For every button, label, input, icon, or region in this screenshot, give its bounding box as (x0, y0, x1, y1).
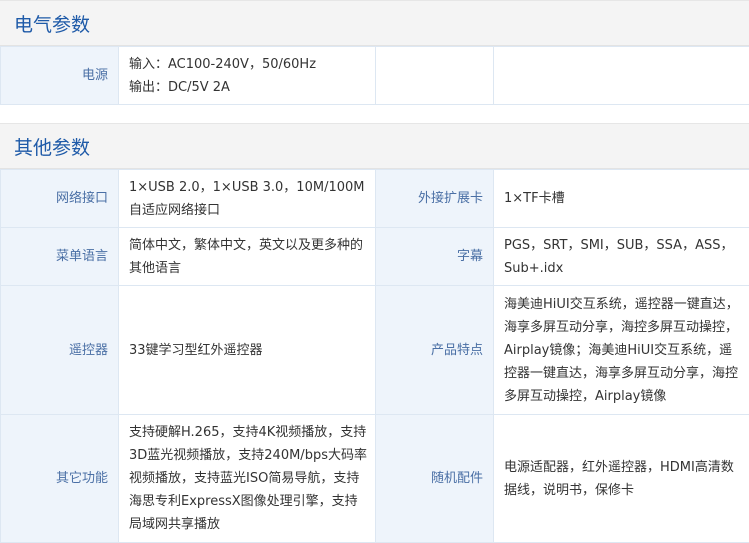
empty-cell (494, 47, 749, 105)
accessories-value: 电源适配器，红外遥控器，HDMI高清数据线，说明书，保修卡 (494, 415, 749, 543)
remote-label: 遥控器 (1, 286, 119, 415)
table-row: 其它功能 支持硬解H.265，支持4K视频播放，支持3D蓝光视频播放，支持240… (1, 415, 749, 543)
features-value: 海美迪HiUI交互系统，遥控器一键直达，海享多屏互动分享，海控多屏互动操控，Ai… (494, 286, 749, 415)
features-label: 产品特点 (376, 286, 494, 415)
power-output-line: 输出：DC/5V 2A (129, 76, 367, 99)
electrical-section-title: 电气参数 (0, 0, 749, 46)
section-gap (0, 105, 749, 123)
accessories-label: 随机配件 (376, 415, 494, 543)
other-functions-value: 支持硬解H.265，支持4K视频播放，支持3D蓝光视频播放，支持240M/bps… (119, 415, 376, 543)
subtitle-label: 字幕 (376, 228, 494, 286)
other-params-table: 网络接口 1×USB 2.0，1×USB 3.0，10M/100M自适应网络接口… (0, 169, 749, 543)
power-value: 输入：AC100-240V，50/60Hz 输出：DC/5V 2A (119, 47, 376, 105)
table-row: 电源 输入：AC100-240V，50/60Hz 输出：DC/5V 2A (1, 47, 749, 105)
network-interface-value: 1×USB 2.0，1×USB 3.0，10M/100M自适应网络接口 (119, 170, 376, 228)
expansion-card-label: 外接扩展卡 (376, 170, 494, 228)
other-section: 其他参数 网络接口 1×USB 2.0，1×USB 3.0，10M/100M自适… (0, 123, 749, 543)
other-section-title: 其他参数 (0, 123, 749, 169)
electrical-section: 电气参数 电源 输入：AC100-240V，50/60Hz 输出：DC/5V 2… (0, 0, 749, 105)
remote-value: 33键学习型红外遥控器 (119, 286, 376, 415)
subtitle-value: PGS，SRT，SMI，SUB，SSA，ASS，Sub+.idx (494, 228, 749, 286)
power-label: 电源 (1, 47, 119, 105)
network-interface-label: 网络接口 (1, 170, 119, 228)
power-input-line: 输入：AC100-240V，50/60Hz (129, 53, 367, 76)
empty-cell (376, 47, 494, 105)
table-row: 菜单语言 简体中文，繁体中文，英文以及更多种的其他语言 字幕 PGS，SRT，S… (1, 228, 749, 286)
electrical-table: 电源 输入：AC100-240V，50/60Hz 输出：DC/5V 2A (0, 46, 749, 105)
menu-language-value: 简体中文，繁体中文，英文以及更多种的其他语言 (119, 228, 376, 286)
other-functions-label: 其它功能 (1, 415, 119, 543)
menu-language-label: 菜单语言 (1, 228, 119, 286)
table-row: 遥控器 33键学习型红外遥控器 产品特点 海美迪HiUI交互系统，遥控器一键直达… (1, 286, 749, 415)
table-row: 网络接口 1×USB 2.0，1×USB 3.0，10M/100M自适应网络接口… (1, 170, 749, 228)
expansion-card-value: 1×TF卡槽 (494, 170, 749, 228)
